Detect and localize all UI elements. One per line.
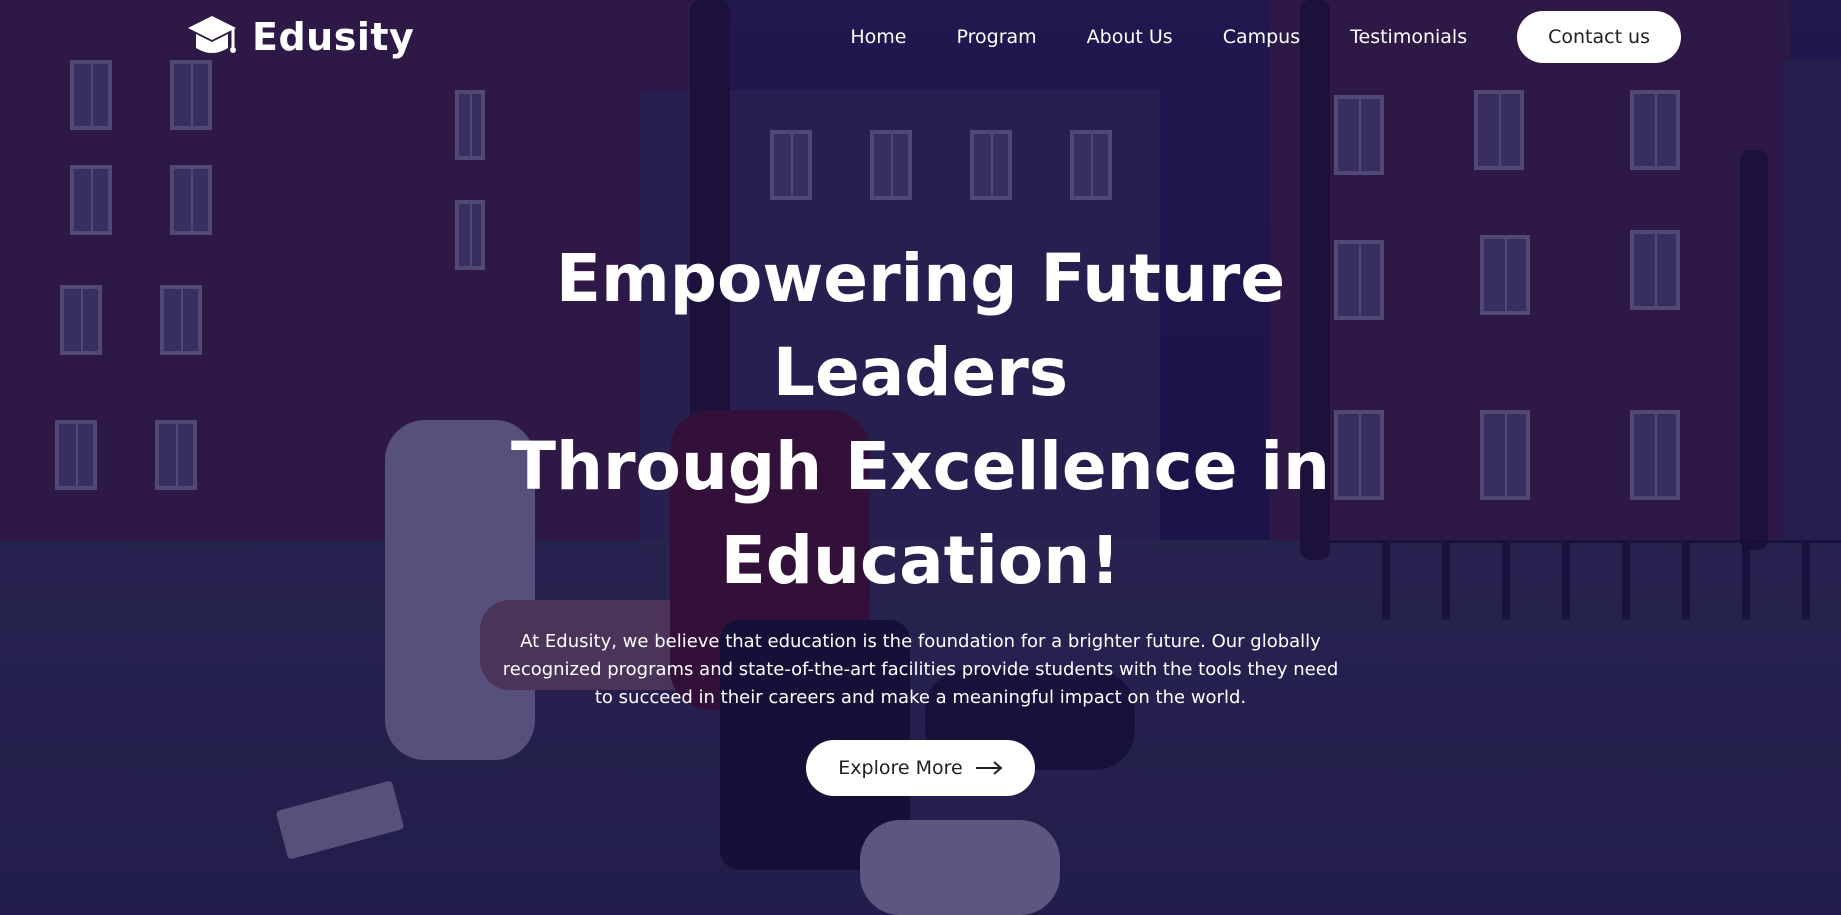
hero-description: At Edusity, we believe that education is…	[502, 631, 1339, 708]
nav-item-home[interactable]: Home	[850, 26, 906, 48]
explore-more-label: Explore More	[838, 757, 963, 779]
hero-title-line-2: Through Excellence in	[510, 428, 1331, 505]
arrow-right-icon	[975, 761, 1003, 775]
hero-section: Empowering Future Leaders Through Excell…	[0, 232, 1841, 796]
brand-logo[interactable]: Edusity	[186, 14, 414, 60]
hero-title-line-1: Empowering Future Leaders	[555, 240, 1286, 411]
hero-title: Empowering Future Leaders Through Excell…	[421, 232, 1421, 608]
nav-item-program[interactable]: Program	[957, 26, 1037, 48]
navbar: Edusity Home Program About Us Campus Tes…	[0, 0, 1841, 74]
explore-more-button[interactable]: Explore More	[806, 740, 1035, 796]
brand-name: Edusity	[252, 15, 415, 59]
contact-us-button[interactable]: Contact us	[1517, 11, 1681, 63]
nav-item-testimonials[interactable]: Testimonials	[1350, 26, 1467, 48]
nav-item-about-us[interactable]: About Us	[1087, 26, 1173, 48]
hero-title-line-3: Education!	[720, 522, 1121, 599]
nav-links: Home Program About Us Campus Testimonial…	[850, 11, 1681, 63]
nav-item-campus[interactable]: Campus	[1223, 26, 1300, 48]
graduation-cap-icon	[188, 16, 236, 53]
